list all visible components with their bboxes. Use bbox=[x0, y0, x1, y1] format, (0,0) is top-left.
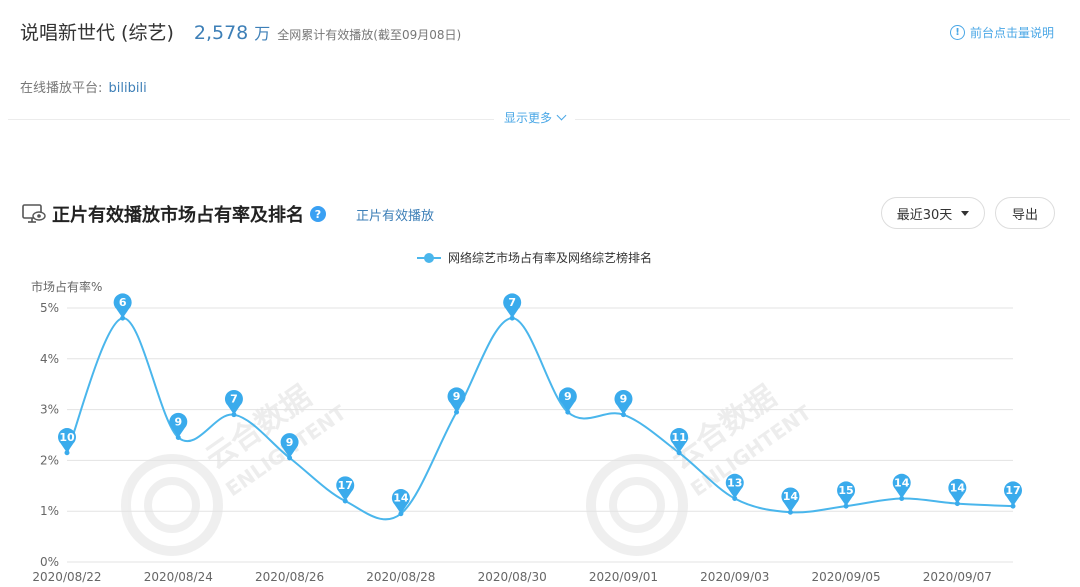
series-line bbox=[66, 317, 1014, 521]
legend-label: 网络综艺市场占有率及网络综艺榜排名 bbox=[448, 250, 652, 265]
rank-pin[interactable]: 13 bbox=[725, 473, 744, 501]
rank-label: 14 bbox=[783, 490, 799, 503]
rank-pin[interactable]: 17 bbox=[336, 476, 355, 504]
rank-pin[interactable]: 7 bbox=[224, 389, 243, 418]
rank-label: 9 bbox=[174, 416, 182, 429]
y-tick-label: 4% bbox=[40, 352, 59, 366]
rank-label: 15 bbox=[838, 484, 853, 497]
rank-label: 10 bbox=[59, 431, 75, 444]
x-tick-label: 2020/08/22 bbox=[32, 570, 101, 584]
y-tick-label: 1% bbox=[40, 504, 59, 518]
rank-pin[interactable]: 14 bbox=[391, 489, 410, 517]
rank-label: 14 bbox=[393, 492, 409, 505]
x-tick-label: 2020/08/28 bbox=[366, 570, 435, 584]
y-axis-label: 市场占有率% bbox=[31, 279, 102, 294]
rank-label: 9 bbox=[620, 393, 628, 406]
rank-pin[interactable]: 9 bbox=[169, 412, 188, 441]
rank-pins-layer: 10 6 9 7 9 17 14 9 7 9 9 11 13 14 15 14 14 17 bbox=[58, 293, 1023, 517]
rank-label: 9 bbox=[286, 436, 294, 449]
x-tick-label: 2020/08/30 bbox=[478, 570, 547, 584]
x-tick-label: 2020/09/03 bbox=[700, 570, 769, 584]
chart-legend[interactable]: 网络综艺市场占有率及网络综艺榜排名 bbox=[417, 250, 652, 265]
rank-label: 7 bbox=[508, 296, 516, 309]
rank-label: 9 bbox=[453, 390, 461, 403]
x-tick-label: 2020/09/01 bbox=[589, 570, 658, 584]
rank-pin[interactable]: 14 bbox=[948, 478, 967, 507]
x-tick-label: 2020/08/24 bbox=[144, 570, 213, 584]
rank-label: 6 bbox=[119, 296, 127, 309]
market-share-chart: 云合数据 ENLIGHTENT 云合数据 ENLIGHTENT 市场占有率% 0… bbox=[31, 250, 1023, 584]
rank-label: 14 bbox=[894, 477, 910, 490]
rank-label: 11 bbox=[671, 431, 686, 444]
y-tick-label: 2% bbox=[40, 453, 59, 467]
y-tick-label: 5% bbox=[40, 301, 59, 315]
series-layer bbox=[66, 317, 1014, 521]
x-tick-label: 2020/08/26 bbox=[255, 570, 324, 584]
legend-marker bbox=[424, 253, 434, 263]
rank-pin[interactable]: 9 bbox=[558, 387, 577, 415]
rank-pin[interactable]: 7 bbox=[503, 293, 522, 321]
rank-pin[interactable]: 14 bbox=[781, 487, 800, 515]
rank-pin[interactable]: 17 bbox=[1004, 481, 1023, 509]
x-tick-label: 2020/09/05 bbox=[811, 570, 880, 584]
rank-label: 17 bbox=[1005, 484, 1020, 497]
rank-pin[interactable]: 14 bbox=[892, 473, 911, 501]
rank-pin[interactable]: 9 bbox=[447, 387, 466, 415]
rank-label: 13 bbox=[727, 477, 742, 490]
rank-label: 17 bbox=[338, 479, 353, 492]
rank-pin[interactable]: 10 bbox=[58, 428, 76, 456]
y-tick-label: 0% bbox=[40, 555, 59, 569]
rank-label: 7 bbox=[230, 393, 238, 406]
x-tick-label: 2020/09/07 bbox=[923, 570, 992, 584]
rank-label: 9 bbox=[564, 390, 572, 403]
y-tick-label: 3% bbox=[40, 403, 59, 417]
rank-label: 14 bbox=[950, 482, 966, 495]
rank-pin[interactable]: 6 bbox=[113, 293, 132, 321]
